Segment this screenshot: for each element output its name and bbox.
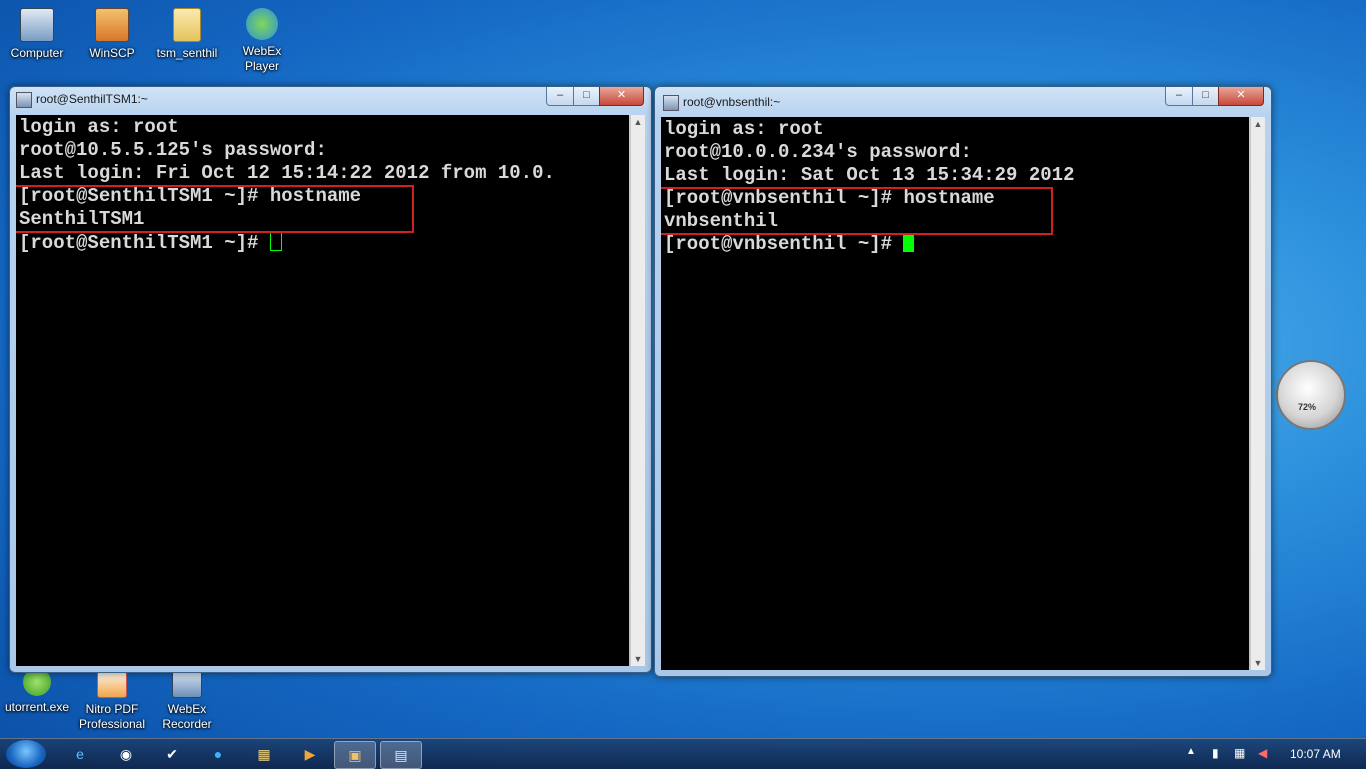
taskbar: e ◉ ✔ ● ▦ ▶ ▣ ▤ ▲ ▮ ▦ ◀ 10:07 AM — [0, 738, 1366, 769]
close-button[interactable]: ✕ — [599, 87, 644, 106]
network-icon[interactable]: ▦ — [1234, 746, 1245, 760]
internet-explorer-icon[interactable]: e — [60, 741, 100, 767]
media-player-icon[interactable]: ▶ — [290, 741, 330, 767]
desktop-icon-label: WebEx Recorder — [162, 702, 212, 731]
minimize-button[interactable]: – — [1165, 87, 1193, 106]
hostname-highlight-box — [661, 187, 1053, 235]
scroll-down-arrow-icon[interactable]: ▼ — [1251, 656, 1265, 670]
terminal-scrollbar[interactable]: ▲ ▼ — [1250, 117, 1265, 670]
terminal-line: Last login: Fri Oct 12 15:14:22 2012 fro… — [19, 162, 555, 184]
desktop-icon-label: tsm_senthil — [156, 46, 218, 60]
terminal-line: Last login: Sat Oct 13 15:34:29 2012 — [664, 164, 1075, 186]
close-button[interactable]: ✕ — [1218, 87, 1264, 106]
winscp-icon — [95, 8, 129, 42]
terminal-scrollbar[interactable]: ▲ ▼ — [630, 115, 645, 666]
hostname-highlight-box — [16, 185, 414, 233]
clock[interactable]: 10:07 AM — [1290, 747, 1341, 761]
desktop-icon-label: Computer — [10, 46, 64, 60]
desktop-icon-webex-recorder[interactable]: WebEx Recorder — [150, 668, 224, 732]
terminal-prompt-line: [root@vnbsenthil ~]# — [661, 233, 1249, 256]
desktop-icon-tsm-senthil[interactable]: tsm_senthil — [150, 8, 224, 61]
terminal-prompt-line: [root@SenthilTSM1 ~]# — [16, 231, 629, 254]
hp-icon[interactable]: ◉ — [106, 741, 146, 767]
terminal-cursor — [269, 231, 282, 251]
terminal-prompt: [root@SenthilTSM1 ~]# — [19, 232, 270, 254]
scroll-down-arrow-icon[interactable]: ▼ — [631, 652, 645, 666]
window-titlebar[interactable]: root@SenthilTSM1:~ – □ ✕ — [10, 87, 651, 111]
battery-icon[interactable]: ▮ — [1212, 746, 1219, 760]
start-button[interactable] — [6, 740, 46, 768]
volume-muted-icon[interactable]: ◀ — [1258, 746, 1267, 760]
putty-window-senthiltsm1[interactable]: root@SenthilTSM1:~ – □ ✕ login as: root … — [9, 86, 652, 673]
window-title: root@SenthilTSM1:~ — [36, 92, 148, 106]
putty-icon[interactable]: ▤ — [380, 741, 422, 769]
putty-icon — [16, 92, 32, 108]
show-hidden-icons-icon[interactable]: ▲ — [1186, 746, 1196, 757]
cpu-meter-gadget[interactable]: 72% — [1276, 360, 1346, 430]
desktop-icon-label: utorrent.exe — [4, 700, 70, 714]
terminal-line: root@10.5.5.125's password: — [19, 139, 327, 161]
maximize-button[interactable]: □ — [573, 87, 600, 106]
putty-icon — [663, 95, 679, 111]
window-title: root@vnbsenthil:~ — [683, 95, 781, 109]
desktop-icon-winscp[interactable]: WinSCP — [75, 8, 149, 61]
terminal-line: root@10.0.0.234's password: — [664, 141, 972, 163]
meter-percent: 72% — [1298, 402, 1317, 412]
minimize-button[interactable]: – — [546, 87, 574, 106]
desktop-icon-computer[interactable]: Computer — [0, 8, 74, 61]
desktop-icon-label: WebEx Player — [242, 44, 282, 73]
terminal-cursor — [903, 233, 915, 252]
window-titlebar[interactable]: root@vnbsenthil:~ – □ ✕ — [655, 87, 1271, 111]
desktop-icon-utorrent[interactable]: utorrent.exe — [0, 668, 74, 715]
folder-icon — [173, 8, 201, 42]
terminal-prompt: [root@vnbsenthil ~]# — [664, 233, 904, 255]
webex-player-icon — [246, 8, 278, 40]
computer-icon — [20, 8, 54, 42]
putty-window-vnbsenthil[interactable]: root@vnbsenthil:~ – □ ✕ login as: root r… — [654, 86, 1272, 677]
desktop-icon-webex-player[interactable]: WebEx Player — [225, 8, 299, 74]
terminal-screen[interactable]: login as: root root@10.0.0.234's passwor… — [661, 117, 1249, 670]
desktop-icon-nitro-pdf[interactable]: Nitro PDF Professional — [75, 668, 149, 732]
folder-app-icon[interactable]: ▣ — [334, 741, 376, 769]
terminal-screen[interactable]: login as: root root@10.5.5.125's passwor… — [16, 115, 629, 666]
desktop-icon-label: WinSCP — [89, 46, 135, 60]
scroll-up-arrow-icon[interactable]: ▲ — [1251, 117, 1265, 131]
desktop-icon-label: Nitro PDF Professional — [78, 702, 146, 731]
terminal-line: login as: root — [664, 118, 824, 140]
explorer-icon[interactable]: ▦ — [244, 741, 284, 767]
scroll-up-arrow-icon[interactable]: ▲ — [631, 115, 645, 129]
mail-icon[interactable]: ✔ — [152, 741, 192, 767]
skype-icon[interactable]: ● — [198, 741, 238, 767]
terminal-line: login as: root — [19, 116, 179, 138]
maximize-button[interactable]: □ — [1192, 87, 1219, 106]
